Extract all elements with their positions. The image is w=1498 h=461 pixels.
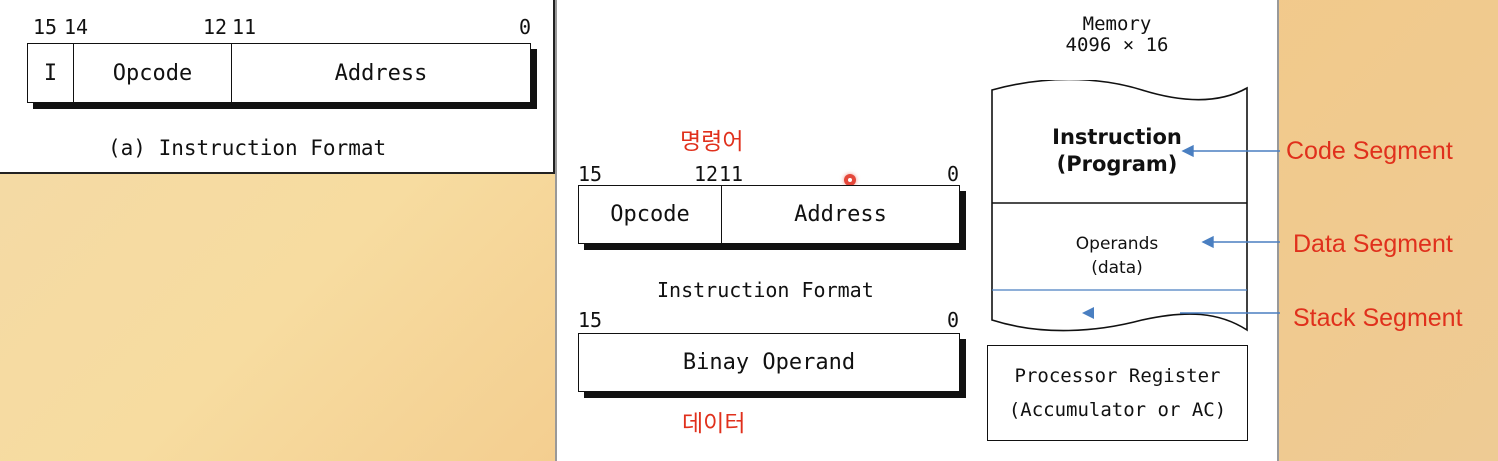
binary-operand-box: Binay Operand — [578, 333, 960, 392]
processor-register-box: Processor Register (Accumulator or AC) — [987, 345, 1248, 441]
instruction-korean-label: 명령어 — [680, 129, 744, 155]
stack-segment-arrowhead — [1082, 307, 1094, 319]
memory-size-text: 4096 × 16 — [1065, 34, 1169, 56]
instruction-format-box-b: Opcode Address — [578, 185, 960, 244]
address-field: Address — [334, 60, 428, 86]
bit-label-11: 11 — [232, 15, 257, 39]
instr-bit-15: 15 — [578, 162, 603, 186]
bit-label-12: 12 — [203, 15, 228, 39]
instr-bit-12: 12 — [694, 162, 719, 186]
bit-label-15: 15 — [33, 15, 58, 39]
address-field-b: Address — [794, 202, 887, 227]
memory-organization-panel: 명령어 15 12 11 0 Opcode Address Instructio… — [555, 0, 1279, 461]
operand-bit-0: 0 — [947, 308, 960, 332]
stack-arrowhead-svg — [1082, 307, 1094, 319]
code-segment-arrowhead — [1181, 144, 1194, 158]
instruction-format-caption: Instruction Format — [657, 278, 874, 302]
indirect-bit-field: I — [28, 44, 74, 102]
instruction-format-box: I Opcode Address — [27, 43, 531, 103]
register-line1: Processor Register — [1014, 365, 1221, 387]
code-segment-label: Code Segment — [1286, 137, 1453, 165]
opcode-field-b: Opcode — [579, 186, 722, 243]
panel-a-caption: (a) Instruction Format — [108, 136, 387, 160]
opcode-field: Opcode — [74, 44, 232, 102]
register-line2: (Accumulator or AC) — [1008, 399, 1227, 421]
instr-bit-11: 11 — [719, 162, 744, 186]
data-korean-label: 데이터 — [682, 411, 746, 437]
instr-bit-0: 0 — [947, 162, 960, 186]
binary-operand-field: Binay Operand — [682, 350, 856, 375]
bit-label-14: 14 — [64, 15, 89, 39]
data-segment-label: Data Segment — [1293, 230, 1453, 258]
instruction-format-panel-a: 15 14 12 11 0 I Opcode Address (a) Instr… — [0, 0, 555, 174]
segment-arrows — [1180, 144, 1280, 314]
data-segment-arrowhead — [1201, 235, 1214, 249]
memory-title: Memory 4096 × 16 — [1057, 14, 1177, 56]
bit-label-0: 0 — [519, 15, 532, 39]
stack-segment-label: Stack Segment — [1293, 304, 1463, 332]
memory-title-text: Memory — [1082, 13, 1152, 35]
operand-bit-15: 15 — [578, 308, 603, 332]
